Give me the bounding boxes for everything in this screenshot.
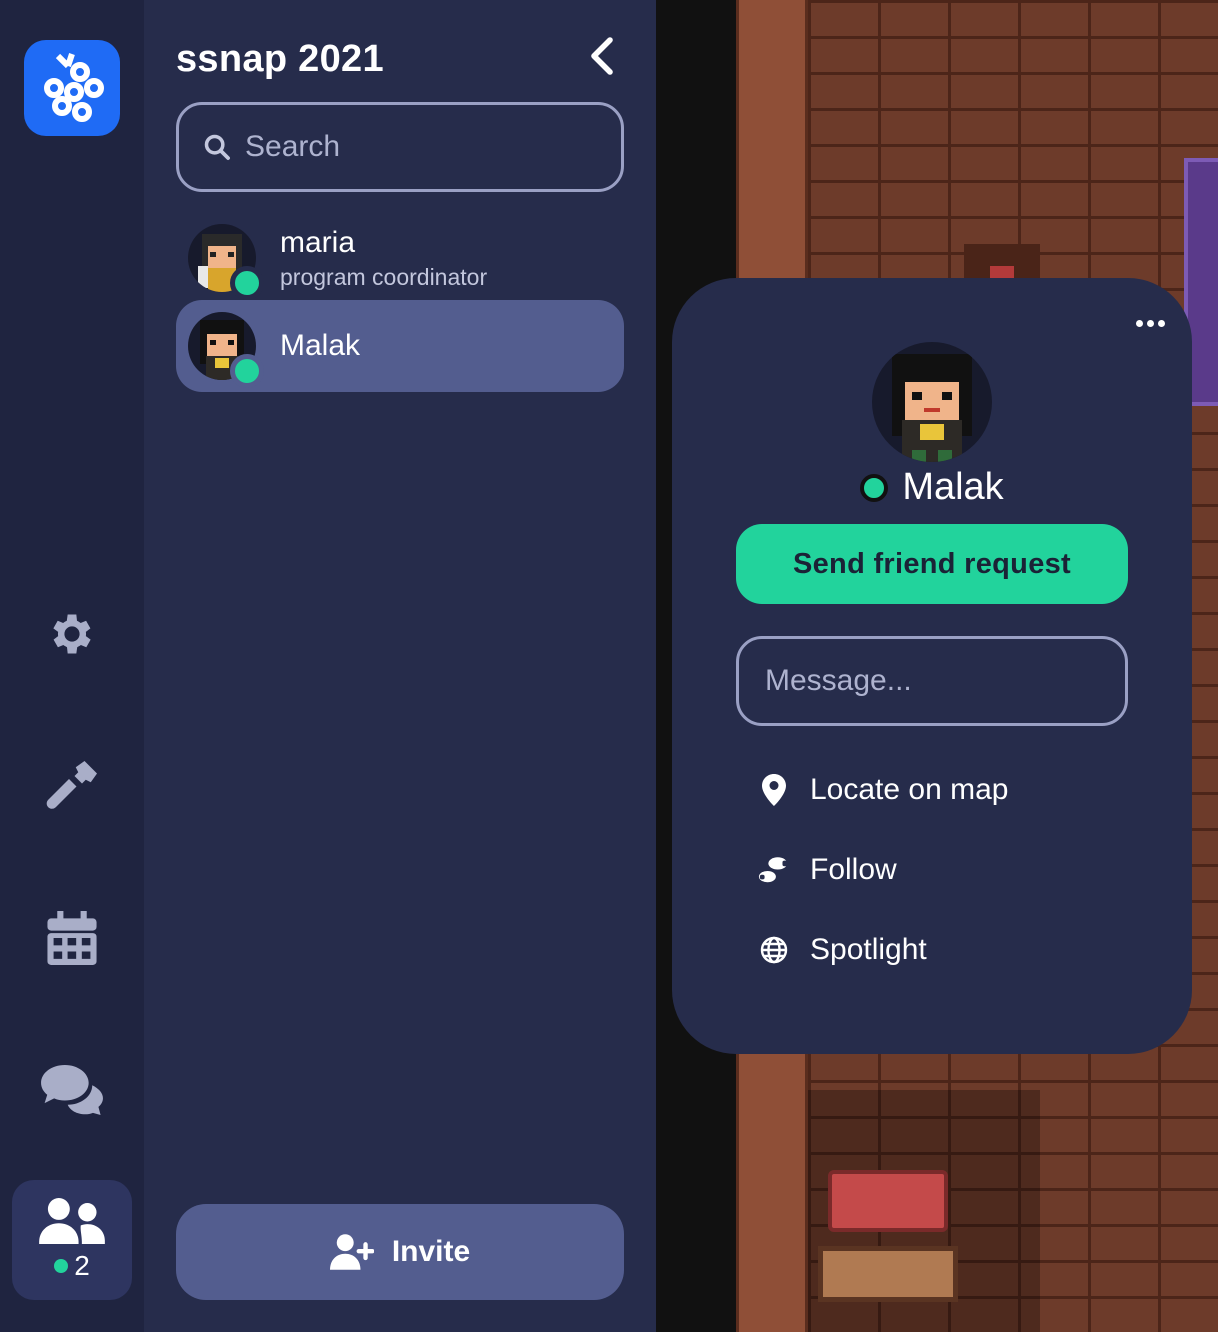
online-status-dot xyxy=(230,266,264,300)
profile-card: Malak Send friend request Locate on map … xyxy=(672,278,1192,1054)
more-dot-icon xyxy=(1157,319,1165,327)
member-row-maria[interactable]: maria program coordinator xyxy=(176,212,624,304)
member-avatar-wrap xyxy=(188,224,264,300)
online-status-dot xyxy=(230,354,264,388)
gear-icon xyxy=(53,614,91,654)
message-input[interactable] xyxy=(765,664,1105,698)
online-status-dot xyxy=(860,473,889,502)
space-title: ssnap 2021 xyxy=(176,38,384,80)
map-wooden-table xyxy=(818,1246,958,1302)
member-role: program coordinator xyxy=(280,263,488,290)
globe-icon xyxy=(758,934,790,966)
member-name: Malak xyxy=(280,329,361,362)
spotlight-action[interactable]: Spotlight xyxy=(758,925,927,975)
calendar-button[interactable] xyxy=(36,902,108,974)
online-dot xyxy=(54,1259,69,1273)
send-friend-request-button[interactable]: Send friend request xyxy=(736,524,1128,604)
app-logo[interactable] xyxy=(24,40,120,136)
add-user-icon xyxy=(329,1234,374,1270)
profile-avatar xyxy=(872,342,992,462)
hammer-icon xyxy=(46,761,97,809)
locate-on-map-action[interactable]: Locate on map xyxy=(758,765,1008,815)
follow-action[interactable]: Follow xyxy=(758,845,897,895)
chevron-left-icon xyxy=(591,37,613,75)
map-pin-icon xyxy=(758,774,790,806)
follow-label: Follow xyxy=(810,853,897,886)
profile-name: Malak xyxy=(902,466,1004,508)
people-button[interactable]: 2 xyxy=(12,1180,132,1300)
send-friend-request-label: Send friend request xyxy=(792,547,1072,580)
locate-on-map-label: Locate on map xyxy=(810,773,1009,806)
build-button[interactable] xyxy=(36,750,108,822)
calendar-icon xyxy=(47,911,97,965)
invite-label: Invite xyxy=(391,1235,471,1268)
message-box xyxy=(736,636,1128,726)
member-row-malak[interactable]: Malak xyxy=(176,300,624,392)
map-red-sofa xyxy=(828,1170,948,1232)
spotlight-label: Spotlight xyxy=(810,933,927,966)
search-box xyxy=(176,102,624,192)
logo-icon xyxy=(44,53,104,122)
collapse-panel-button[interactable] xyxy=(580,34,624,78)
search-icon xyxy=(204,134,230,160)
footsteps-icon xyxy=(758,854,790,886)
member-text: maria program coordinator xyxy=(280,226,487,291)
settings-button[interactable] xyxy=(36,598,108,670)
member-name: maria xyxy=(280,225,356,259)
online-count-value: 2 xyxy=(74,1250,90,1281)
more-dot-icon xyxy=(1135,319,1143,327)
chat-button[interactable] xyxy=(36,1054,108,1126)
member-text: Malak xyxy=(280,329,360,363)
more-options-button[interactable] xyxy=(1130,308,1170,338)
left-rail: 2 xyxy=(0,0,144,1332)
search-input[interactable] xyxy=(245,130,605,164)
more-dot-icon xyxy=(1146,319,1154,327)
people-icon xyxy=(39,1198,105,1244)
online-count: 2 xyxy=(54,1250,90,1282)
member-avatar-wrap xyxy=(188,312,264,388)
chat-icon xyxy=(41,1065,103,1115)
profile-name-row: Malak xyxy=(672,466,1192,509)
members-panel: ssnap 2021 Search maria program coordina… xyxy=(144,0,656,1332)
invite-button[interactable]: Invite xyxy=(176,1204,624,1300)
